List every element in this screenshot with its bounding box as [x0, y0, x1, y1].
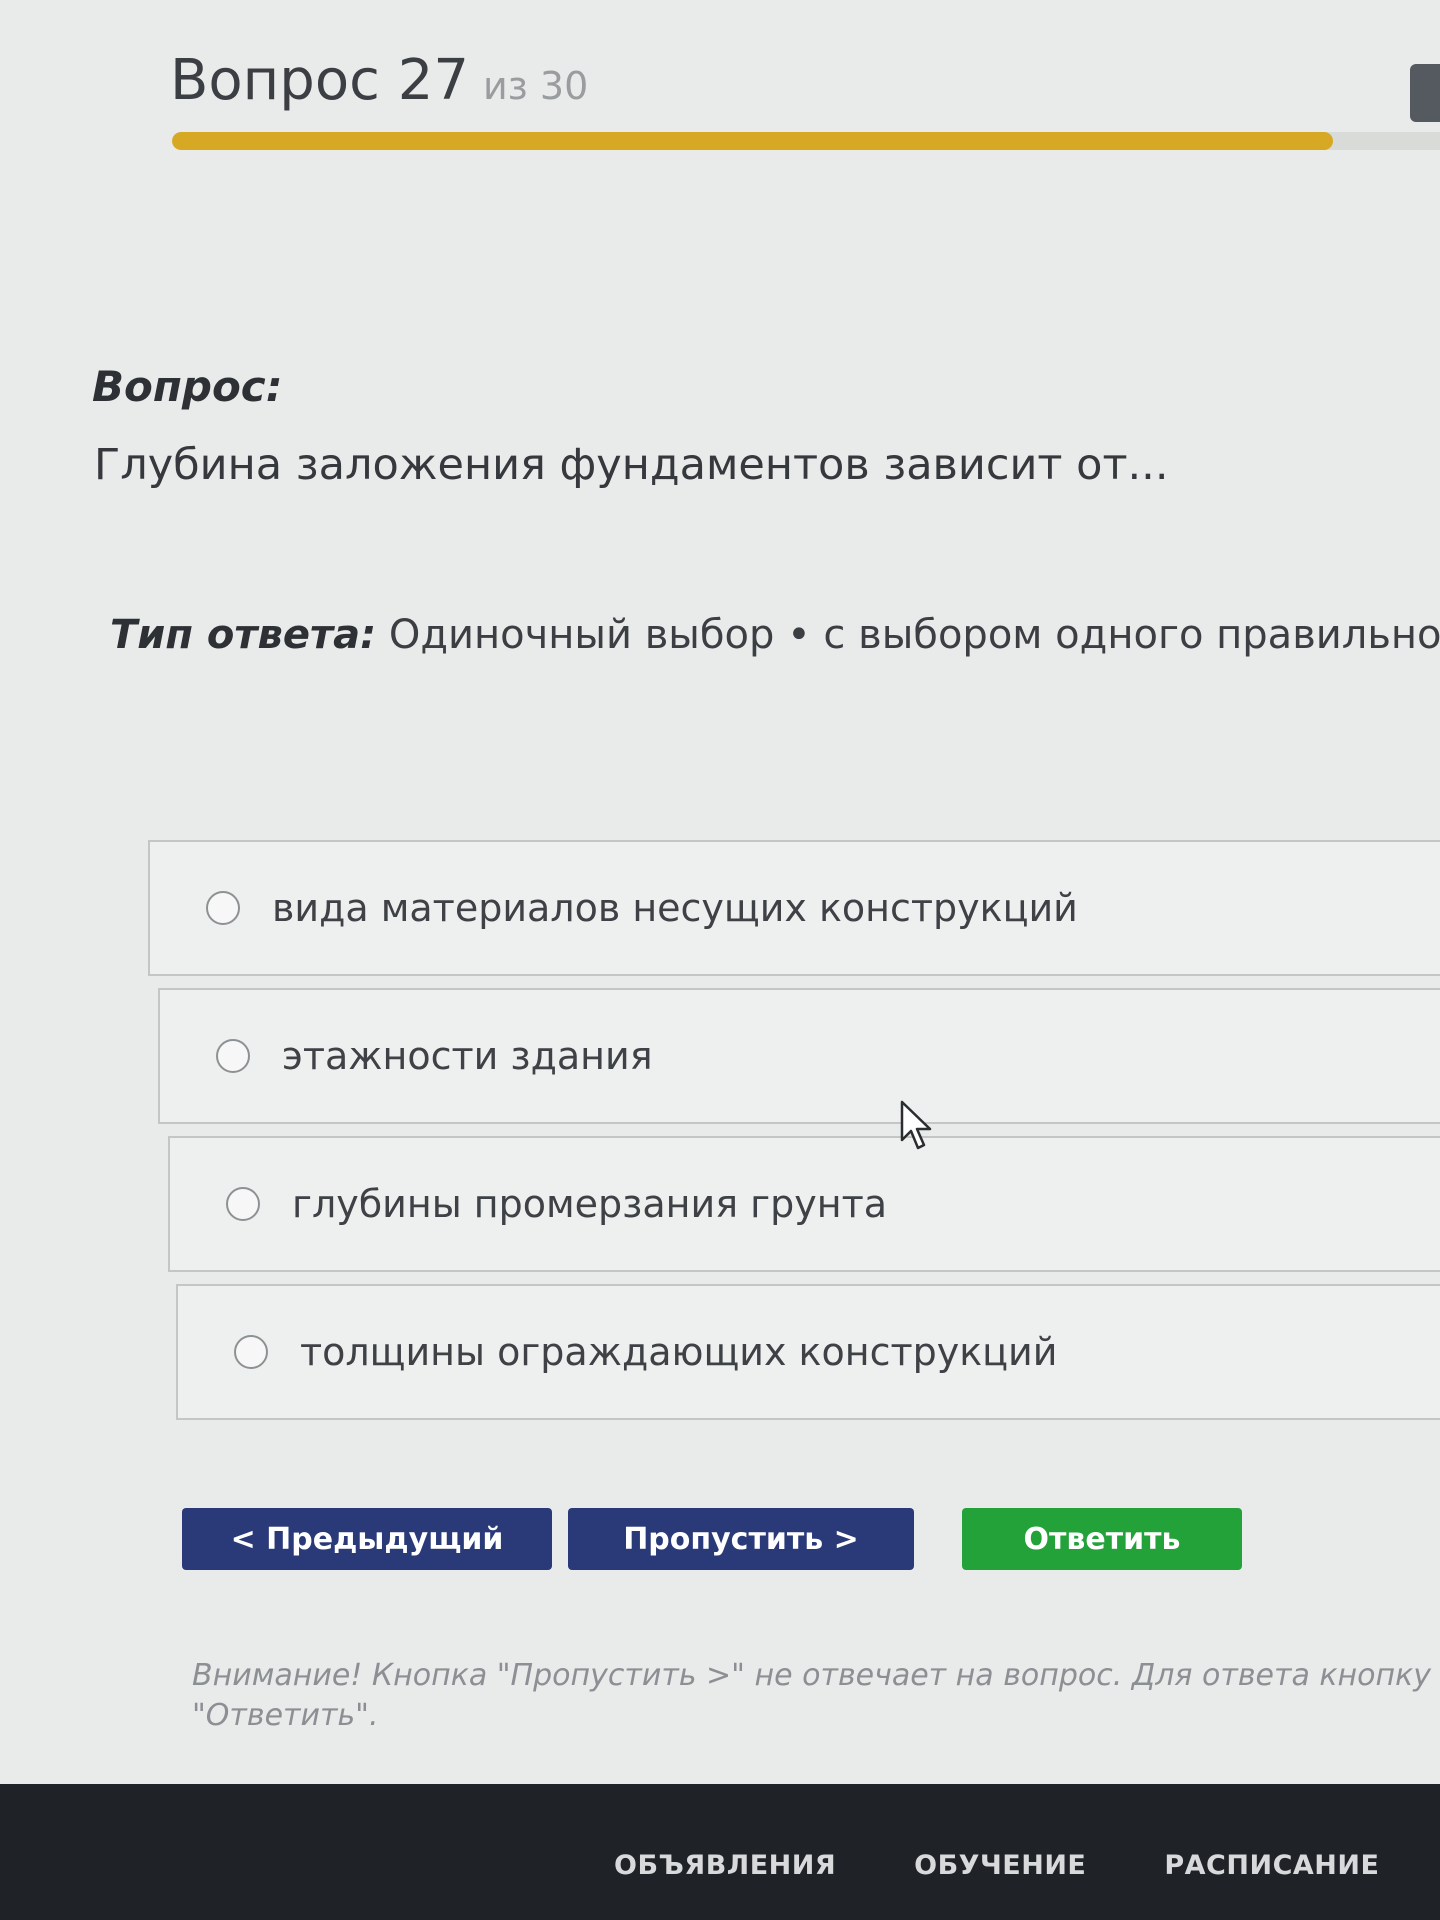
footer-link-announcements[interactable]: ОБЪЯВЛЕНИЯ — [614, 1850, 836, 1881]
answer-type-label: Тип ответа: — [110, 612, 377, 658]
radio-button[interactable] — [206, 891, 240, 925]
warning-note: Внимание! Кнопка "Пропустить >" не отвеч… — [192, 1658, 1431, 1733]
footer-link-schedule[interactable]: РАСПИСАНИЕ — [1164, 1850, 1379, 1881]
progress-fill — [172, 132, 1333, 150]
skip-button[interactable]: Пропустить > — [568, 1508, 914, 1570]
answer-option-label: толщины ограждающих конструкций — [300, 1330, 1058, 1374]
answer-option-label: глубины промерзания грунта — [292, 1182, 887, 1226]
answer-option[interactable]: вида материалов несущих конструкций — [148, 840, 1440, 976]
previous-button[interactable]: < Предыдущий — [182, 1508, 552, 1570]
footer-nav: ОБЪЯВЛЕНИЯ ОБУЧЕНИЕ РАСПИСАНИЕ ПЛ — [614, 1850, 1440, 1881]
answer-button[interactable]: Ответить — [962, 1508, 1242, 1570]
radio-button[interactable] — [234, 1335, 268, 1369]
progress-bar — [172, 132, 1440, 150]
answer-type: Тип ответа: Одиночный выбор • с выбором … — [110, 612, 1440, 658]
question-total: из 30 — [482, 64, 589, 108]
question-header: Вопрос 27 из 30 — [170, 48, 588, 113]
answer-option-label: вида материалов несущих конструкций — [272, 886, 1078, 930]
answer-option[interactable]: глубины промерзания грунта — [168, 1136, 1440, 1272]
test-page: Вопрос 27 из 30 Вопрос: Глубина заложени… — [0, 0, 1440, 1920]
answer-options: вида материалов несущих конструкций этаж… — [148, 840, 1440, 1420]
radio-button[interactable] — [226, 1187, 260, 1221]
answer-type-value: Одиночный выбор • с выбором одного прави… — [388, 612, 1440, 658]
mouse-cursor-icon — [900, 1100, 932, 1150]
footer: ОБЪЯВЛЕНИЯ ОБУЧЕНИЕ РАСПИСАНИЕ ПЛ — [0, 1784, 1440, 1920]
question-label: Вопрос: — [92, 362, 283, 411]
question-number: Вопрос 27 — [170, 48, 469, 113]
answer-option-label: этажности здания — [282, 1034, 653, 1078]
footer-link-education[interactable]: ОБУЧЕНИЕ — [914, 1850, 1086, 1881]
answer-option[interactable]: толщины ограждающих конструкций — [176, 1284, 1440, 1420]
question-text: Глубина заложения фундаментов зависит от… — [94, 440, 1169, 490]
radio-button[interactable] — [216, 1039, 250, 1073]
answer-option[interactable]: этажности здания — [158, 988, 1440, 1124]
action-buttons: < Предыдущий Пропустить > Ответить — [182, 1508, 1242, 1570]
timer-badge[interactable] — [1410, 64, 1440, 122]
